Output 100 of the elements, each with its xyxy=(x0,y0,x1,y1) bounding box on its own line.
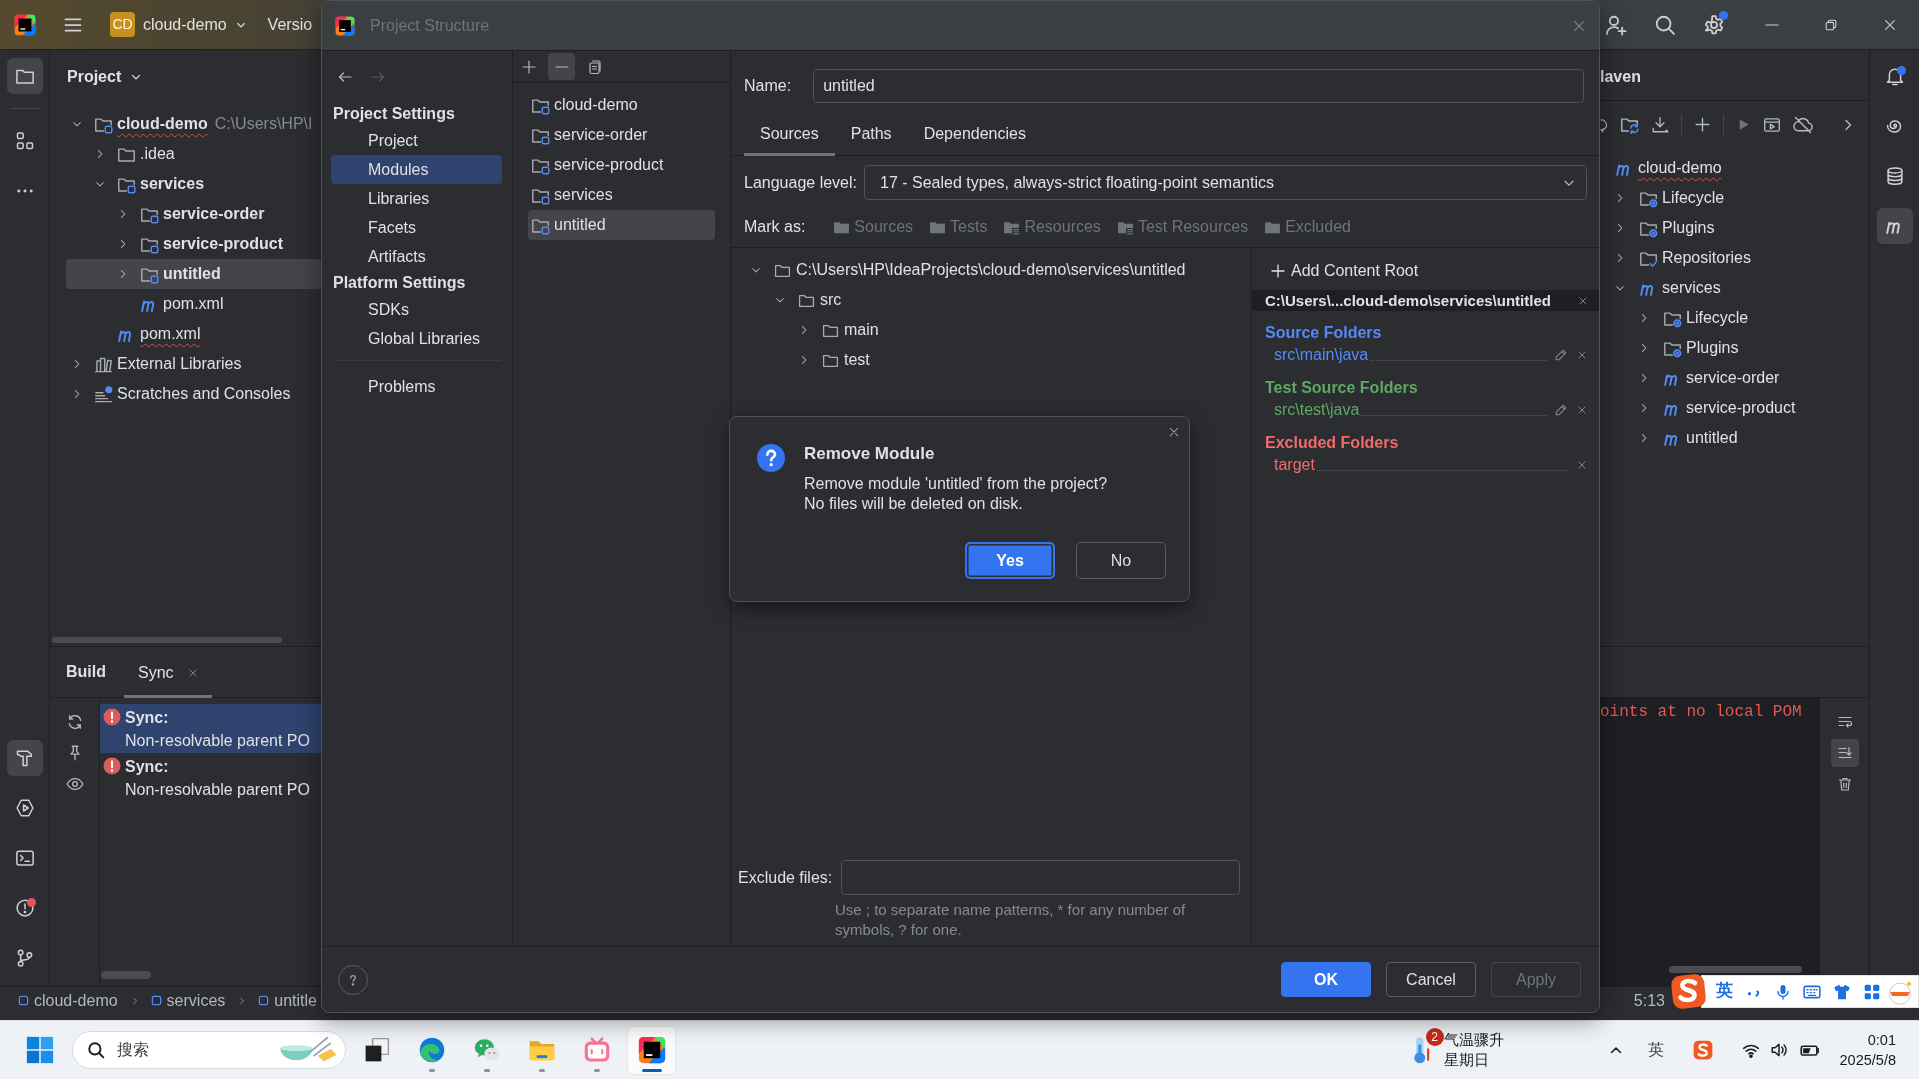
close-icon[interactable] xyxy=(1577,350,1587,360)
close-icon[interactable] xyxy=(1883,17,1897,32)
tool-window-button[interactable] xyxy=(6,58,43,94)
scrollbar[interactable] xyxy=(52,637,282,643)
caret-position[interactable]: 5:13 xyxy=(1633,990,1665,1011)
tree-item[interactable]: service-order xyxy=(66,199,271,229)
weather-headline[interactable]: 气温骤升 xyxy=(1443,1030,1504,1050)
volume-icon[interactable] xyxy=(1769,1041,1788,1059)
tree-item[interactable]: service-order xyxy=(1600,363,1786,393)
module-item[interactable]: service-order xyxy=(528,120,658,150)
message-item[interactable]: Sync: Non-resolvable parent PO xyxy=(100,704,321,753)
database-icon[interactable] xyxy=(1884,166,1905,186)
structure-icon[interactable] xyxy=(14,131,35,151)
input-field[interactable] xyxy=(841,860,1240,895)
search-icon[interactable] xyxy=(1654,13,1676,36)
breadcrumb[interactable]: services xyxy=(150,990,226,1011)
sogou-logo-icon[interactable] xyxy=(1669,973,1709,1010)
tree-item[interactable]: pom.xml xyxy=(66,319,207,349)
menu-button[interactable]: Versio xyxy=(267,14,313,35)
weather-day[interactable]: 星期日 xyxy=(1443,1050,1504,1070)
shirt-icon[interactable] xyxy=(1833,982,1851,1001)
module-item[interactable]: cloud-demo xyxy=(528,90,648,120)
tree-item[interactable]: pom.xml xyxy=(66,289,230,319)
tab[interactable]: Sources xyxy=(744,113,835,156)
dialog-button[interactable]: Yes xyxy=(965,542,1055,579)
nav-item[interactable]: SDKs xyxy=(331,295,421,324)
chevron-right-icon[interactable] xyxy=(1844,117,1852,132)
tree-item[interactable]: Scratches and Consoles xyxy=(66,379,297,409)
pencil-icon[interactable] xyxy=(1554,348,1568,362)
grid-icon[interactable] xyxy=(1863,982,1881,1001)
tree-item[interactable]: Lifecycle xyxy=(1600,303,1755,333)
folder-path[interactable]: src\test\java xyxy=(1274,400,1360,420)
scrollbar[interactable] xyxy=(1669,966,1802,973)
message-item[interactable]: Sync: Non-resolvable parent PO xyxy=(100,753,318,802)
project-switcher[interactable]: CD cloud-demo xyxy=(110,12,247,37)
plus-icon[interactable] xyxy=(520,58,537,75)
input-language-indicator[interactable]: 英 xyxy=(1647,1040,1664,1060)
panel-title-dropdown[interactable]: Project xyxy=(67,67,143,87)
tree-item[interactable]: External Libraries xyxy=(66,349,248,379)
nav-item[interactable]: Problems xyxy=(331,372,448,401)
tree-item[interactable]: service-product xyxy=(66,229,290,259)
close-icon[interactable] xyxy=(187,667,198,678)
add-content-root-button[interactable]: Add Content Root xyxy=(1270,256,1419,286)
tv-icon[interactable] xyxy=(582,1036,611,1064)
run-icon[interactable] xyxy=(14,798,35,818)
tree-item[interactable]: untitled xyxy=(66,259,321,289)
more-icon[interactable] xyxy=(16,189,33,193)
module-item[interactable]: service-product xyxy=(528,150,674,180)
folder-path[interactable]: target xyxy=(1274,455,1315,475)
input-mode-toggle[interactable]: 英 xyxy=(1716,981,1733,1002)
tree-item[interactable]: .idea xyxy=(66,139,181,169)
nav-item[interactable]: Modules xyxy=(331,155,502,184)
add-user-icon[interactable] xyxy=(1605,13,1627,36)
nav-item[interactable]: Libraries xyxy=(331,184,442,213)
windows-logo-icon[interactable] xyxy=(25,1035,55,1065)
tree-item[interactable]: Plugins xyxy=(1600,213,1721,243)
problems-icon[interactable] xyxy=(14,898,35,918)
tree-item[interactable]: Repositories xyxy=(1600,243,1757,273)
tree-item[interactable]: test xyxy=(731,345,876,375)
tree-item[interactable]: cloud-demo xyxy=(1600,153,1728,183)
breadcrumb[interactable]: cloud-demo xyxy=(18,990,118,1011)
tab[interactable]: Sync xyxy=(124,647,212,698)
breadcrumb[interactable]: untitle xyxy=(258,990,317,1011)
language-level-dropdown[interactable]: 17 - Sealed types, always-strict floating-point semantics xyxy=(864,165,1587,200)
folder-refresh-icon[interactable] xyxy=(1620,115,1639,134)
tree-item[interactable]: C:\Users\HP\IdeaProjects\cloud-demo\services\untitled xyxy=(731,255,1192,285)
name-field[interactable]: untitled xyxy=(813,69,1584,103)
minimize-icon[interactable] xyxy=(1765,23,1779,26)
clock-date[interactable]: 2025/5/8 xyxy=(1839,1050,1896,1070)
tab[interactable]: Dependencies xyxy=(907,113,1042,156)
nav-item[interactable]: Global Libraries xyxy=(331,324,493,353)
eye-icon[interactable] xyxy=(65,775,84,793)
folder-path[interactable]: src\main\java xyxy=(1274,345,1369,365)
download-icon[interactable] xyxy=(1651,115,1669,134)
search-field[interactable]: 搜索 xyxy=(72,1031,346,1069)
tree-item[interactable]: src xyxy=(731,285,848,315)
module-item[interactable]: services xyxy=(528,180,623,210)
plus-icon[interactable] xyxy=(1694,116,1711,133)
tree-item[interactable]: services xyxy=(1600,273,1727,303)
close-icon[interactable] xyxy=(1577,460,1587,470)
close-icon[interactable] xyxy=(1168,426,1180,438)
tool-window-button[interactable] xyxy=(1876,208,1913,244)
dialog-button[interactable]: No xyxy=(1076,542,1166,579)
content-root-header[interactable]: C:\Users\...cloud-demo\services\untitled xyxy=(1252,290,1599,311)
toolbar-button[interactable] xyxy=(1830,739,1859,767)
bell-icon[interactable] xyxy=(1884,66,1905,86)
refresh-icon[interactable] xyxy=(1600,116,1608,133)
tab[interactable]: Paths xyxy=(834,113,908,156)
browser-icon[interactable] xyxy=(417,1036,446,1064)
pencil-icon[interactable] xyxy=(1554,403,1568,417)
tree-item[interactable]: services xyxy=(66,169,211,199)
tree-item[interactable]: Plugins xyxy=(1600,333,1745,363)
tree-item[interactable]: cloud-demo C:\Users\HP\I xyxy=(66,109,319,139)
scrollbar[interactable] xyxy=(101,971,151,979)
close-icon[interactable] xyxy=(1572,18,1586,33)
sogou-icon[interactable] xyxy=(1692,1040,1713,1060)
close-icon[interactable] xyxy=(1578,295,1588,306)
taskbar-app-button[interactable] xyxy=(627,1025,676,1075)
dialog-button[interactable]: OK xyxy=(1281,962,1371,997)
tree-item[interactable]: untitled xyxy=(1600,423,1744,453)
